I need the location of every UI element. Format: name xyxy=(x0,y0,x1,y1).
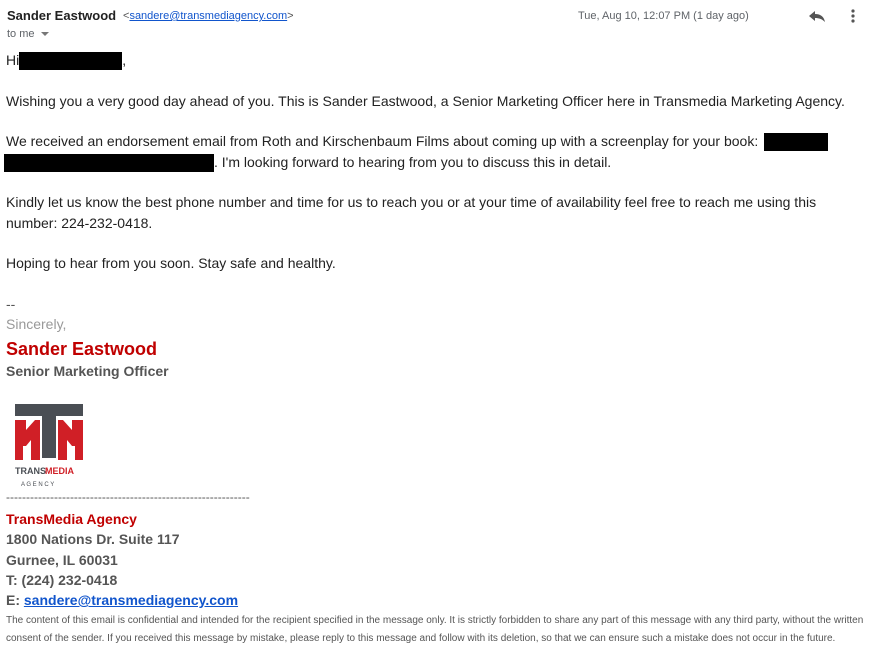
agency-name: TransMedia Agency xyxy=(6,511,137,527)
reply-icon[interactable] xyxy=(808,8,826,24)
email-line: E: sandere@transmediagency.com xyxy=(6,592,238,608)
confidentiality-disclaimer: The content of this email is confidentia… xyxy=(6,615,864,644)
signature-email-link[interactable]: sandere@transmediagency.com xyxy=(24,592,238,608)
phone-line: T: (224) 232-0418 xyxy=(6,572,118,588)
address-line-1: 1800 Nations Dr. Suite 117 xyxy=(6,531,180,547)
paragraph-contact-line1: Kindly let us know the best phone number… xyxy=(6,194,817,210)
greeting-suffix: , xyxy=(122,52,127,68)
sender-email[interactable]: <sandere@transmediagency.com> xyxy=(123,10,294,22)
redacted-book-title-cont xyxy=(4,154,214,173)
message-date[interactable]: Tue, Aug 10, 12:07 PM (1 day ago) xyxy=(578,10,749,22)
address-line-2: Gurnee, IL 60031 xyxy=(6,552,118,568)
greeting-prefix: Hi xyxy=(6,52,20,68)
signature-divider: ----------------------------------------… xyxy=(6,490,250,504)
paragraph-endorsement-line1: We received an endorsement email from Ro… xyxy=(6,131,829,152)
endorsement-text: We received an endorsement email from Ro… xyxy=(6,133,759,149)
signature-dash: -- xyxy=(6,296,16,312)
signature-name: Sander Eastwood xyxy=(6,339,158,359)
redacted-recipient-name xyxy=(19,52,123,71)
redacted-book-title xyxy=(764,133,829,152)
paragraph-intro: Wishing you a very good day ahead of you… xyxy=(6,93,845,109)
endorsement-text-cont: . I'm looking forward to hearing from yo… xyxy=(214,154,612,170)
more-vert-icon[interactable] xyxy=(845,8,861,24)
sender-email-close: > xyxy=(287,10,294,22)
logo-text-media: MEDIA xyxy=(45,466,75,476)
paragraph-contact-line2: number: 224-232-0418. xyxy=(6,215,153,231)
paragraph-closing: Hoping to hear from you soon. Stay safe … xyxy=(6,255,336,271)
signature-title: Senior Marketing Officer xyxy=(6,363,169,379)
transmedia-logo: TRANS MEDIA A G E N C Y xyxy=(15,404,83,488)
recipient-details-toggle[interactable]: to me xyxy=(7,28,49,40)
greeting-line: Hi, xyxy=(6,50,127,71)
logo-text-agency: A G E N C Y xyxy=(21,482,54,488)
email-label: E: xyxy=(6,592,24,608)
signature-closing: Sincerely, xyxy=(6,316,67,332)
message-header: Sander Eastwood <sandere@transmediagency… xyxy=(0,0,881,46)
sender-name[interactable]: Sander Eastwood xyxy=(7,8,116,23)
to-me-label: to me xyxy=(7,28,35,40)
sender-email-address[interactable]: sandere@transmediagency.com xyxy=(129,10,287,22)
chevron-down-icon[interactable] xyxy=(40,32,49,37)
logo-text-trans: TRANS xyxy=(15,466,46,476)
paragraph-endorsement-line2: . I'm looking forward to hearing from yo… xyxy=(4,152,612,173)
